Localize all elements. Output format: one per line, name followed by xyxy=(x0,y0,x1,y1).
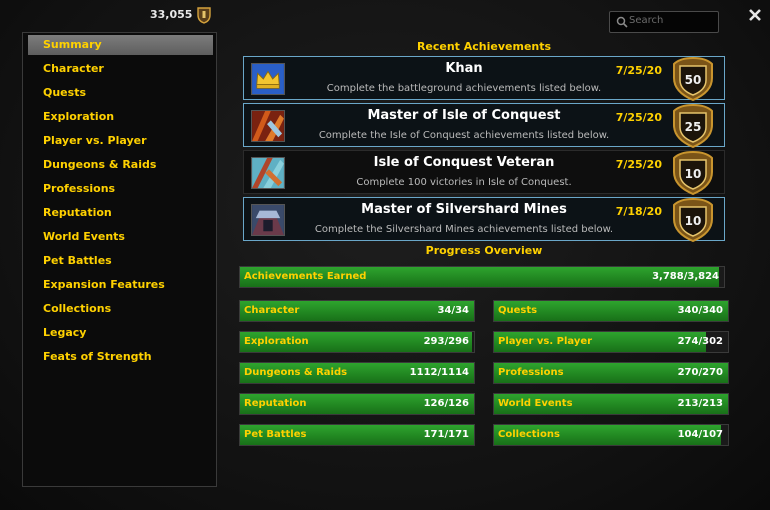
close-icon[interactable] xyxy=(746,6,764,24)
sidebar-item-exploration[interactable]: Exploration xyxy=(28,107,213,127)
progress-value: 104/107 xyxy=(677,429,723,440)
category-sidebar: Summary Character Quests Exploration Pla… xyxy=(22,32,217,487)
achievement-points-value: 10 xyxy=(685,214,702,228)
achievement-description: Complete the Isle of Conquest achievemen… xyxy=(318,130,610,141)
progress-value: 293/296 xyxy=(423,336,469,347)
crown-icon xyxy=(251,63,285,95)
achievement-points-shield-icon: 10 xyxy=(673,150,713,196)
progress-label: Exploration xyxy=(244,336,309,347)
recent-achievements-title: Recent Achievements xyxy=(416,40,552,53)
search-icon xyxy=(616,16,628,28)
sidebar-item-summary[interactable]: Summary xyxy=(28,35,213,55)
sidebar-item-legacy[interactable]: Legacy xyxy=(28,323,213,343)
category-progress-bar[interactable]: Character 34/34 xyxy=(239,300,475,322)
sidebar-item-pet-battles[interactable]: Pet Battles xyxy=(28,251,213,271)
achievement-points-shield-icon: 25 xyxy=(673,103,713,149)
search-input[interactable]: Search xyxy=(629,15,663,26)
category-progress-bar[interactable]: Reputation 126/126 xyxy=(239,393,475,415)
sidebar-item-world-events[interactable]: World Events xyxy=(28,227,213,247)
progress-label: Dungeons & Raids xyxy=(244,367,348,378)
achievement-title: Master of Silvershard Mines xyxy=(361,202,567,217)
category-progress-bar[interactable]: Quests 340/340 xyxy=(493,300,729,322)
progress-label: Professions xyxy=(498,367,564,378)
search-box[interactable]: Search xyxy=(609,11,719,33)
category-progress-bar[interactable]: Pet Battles 171/171 xyxy=(239,424,475,446)
achievement-points-value: 10 xyxy=(685,167,702,181)
progress-label: Achievements Earned xyxy=(244,271,367,282)
total-progress-bar[interactable]: Achievements Earned 3,788/3,824 xyxy=(239,266,725,288)
achievement-row[interactable]: Khan Complete the battleground achieveme… xyxy=(243,56,725,102)
sidebar-item-collections[interactable]: Collections xyxy=(28,299,213,319)
shield-icon xyxy=(197,7,211,24)
progress-value: 3,788/3,824 xyxy=(652,271,719,282)
progress-value: 1112/1114 xyxy=(409,367,469,378)
progress-value: 340/340 xyxy=(677,305,723,316)
progress-label: World Events xyxy=(498,398,573,409)
progress-value: 126/126 xyxy=(423,398,469,409)
achievement-title: Isle of Conquest Veteran xyxy=(373,155,555,170)
achievement-description: Complete 100 victories in Isle of Conque… xyxy=(356,177,572,188)
progress-label: Reputation xyxy=(244,398,307,409)
sidebar-item-reputation[interactable]: Reputation xyxy=(28,203,213,223)
progress-value: 274/302 xyxy=(677,336,723,347)
isle-veteran-icon xyxy=(251,157,285,189)
progress-overview-title: Progress Overview xyxy=(425,244,543,257)
achievement-title: Khan xyxy=(445,61,483,76)
category-progress-bar[interactable]: World Events 213/213 xyxy=(493,393,729,415)
isle-icon xyxy=(251,110,285,142)
achievement-row[interactable]: Master of Isle of Conquest Complete the … xyxy=(243,103,725,149)
category-progress-bar[interactable]: Player vs. Player 274/302 xyxy=(493,331,729,353)
sidebar-item-quests[interactable]: Quests xyxy=(28,83,213,103)
sidebar-item-expansion-features[interactable]: Expansion Features xyxy=(28,275,213,295)
progress-value: 171/171 xyxy=(423,429,469,440)
category-progress-bar[interactable]: Professions 270/270 xyxy=(493,362,729,384)
sidebar-item-professions[interactable]: Professions xyxy=(28,179,213,199)
achievement-date: 7/18/20 xyxy=(615,205,662,218)
category-progress-bar[interactable]: Exploration 293/296 xyxy=(239,331,475,353)
mine-icon xyxy=(251,204,285,236)
progress-label: Character xyxy=(244,305,300,316)
sidebar-item-character[interactable]: Character xyxy=(28,59,213,79)
achievement-points-value: 50 xyxy=(685,73,702,87)
achievement-title: Master of Isle of Conquest xyxy=(367,108,561,123)
progress-value: 34/34 xyxy=(437,305,469,316)
progress-value: 270/270 xyxy=(677,367,723,378)
category-progress-bar[interactable]: Dungeons & Raids 1112/1114 xyxy=(239,362,475,384)
sidebar-item-dungeons-raids[interactable]: Dungeons & Raids xyxy=(28,155,213,175)
achievement-row[interactable]: Isle of Conquest Veteran Complete 100 vi… xyxy=(243,150,725,196)
progress-label: Collections xyxy=(498,429,560,440)
achievement-row[interactable]: Master of Silvershard Mines Complete the… xyxy=(243,197,725,243)
progress-label: Quests xyxy=(498,305,538,316)
achievement-date: 7/25/20 xyxy=(615,64,662,77)
achievement-points-shield-icon: 50 xyxy=(673,56,713,102)
achievement-date: 7/25/20 xyxy=(615,158,662,171)
achievement-date: 7/25/20 xyxy=(615,111,662,124)
achievement-points-value: 25 xyxy=(685,120,702,134)
sidebar-item-feats-of-strength[interactable]: Feats of Strength xyxy=(28,347,213,367)
category-progress-bar[interactable]: Collections 104/107 xyxy=(493,424,729,446)
progress-value: 213/213 xyxy=(677,398,723,409)
sidebar-item-pvp[interactable]: Player vs. Player xyxy=(28,131,213,151)
achievement-description: Complete the battleground achievements l… xyxy=(326,83,602,94)
progress-label: Pet Battles xyxy=(244,429,307,440)
progress-label: Player vs. Player xyxy=(498,336,593,347)
achievement-points: 33,055 xyxy=(150,8,193,21)
achievement-points-shield-icon: 10 xyxy=(673,197,713,243)
achievement-description: Complete the Silvershard Mines achieveme… xyxy=(314,224,614,235)
